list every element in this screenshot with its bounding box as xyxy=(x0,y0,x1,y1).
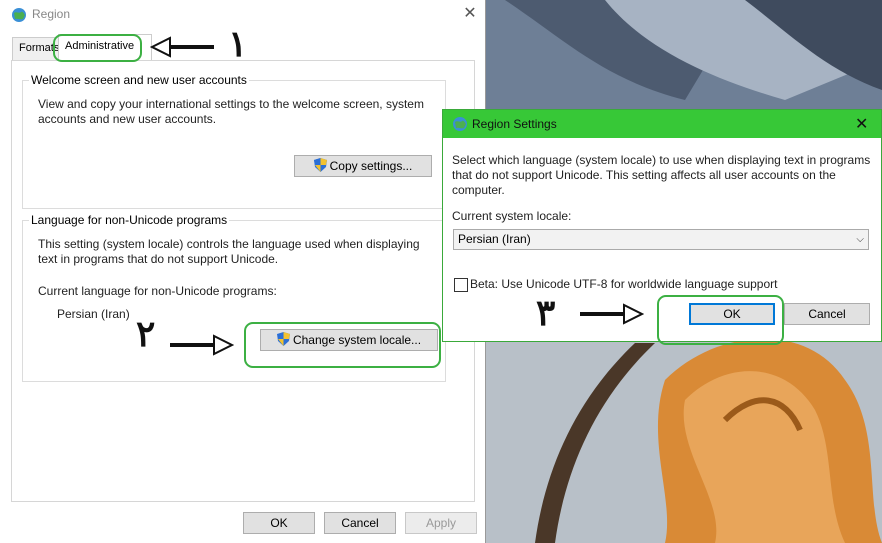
highlight-dialog-ok xyxy=(657,295,784,345)
highlight-administrative-tab xyxy=(53,34,142,62)
close-icon[interactable]: ✕ xyxy=(855,114,868,134)
cancel-button[interactable]: Cancel xyxy=(324,512,396,534)
current-locale-label: Current system locale: xyxy=(452,209,572,223)
arrow-right-icon xyxy=(580,303,644,325)
beta-utf8-checkbox[interactable] xyxy=(454,278,468,292)
copy-settings-label: Copy settings... xyxy=(329,159,413,173)
apply-button[interactable]: Apply xyxy=(405,512,477,534)
group-title: Language for non-Unicode programs xyxy=(29,213,230,227)
uac-shield-icon xyxy=(313,158,327,178)
step-number-2: ۲ xyxy=(136,313,156,355)
welcome-screen-group: Welcome screen and new user accounts Vie… xyxy=(22,73,446,209)
chevron-down-icon: ⌵ xyxy=(856,234,864,245)
globe-icon xyxy=(11,7,27,23)
ok-button[interactable]: OK xyxy=(243,512,315,534)
dialog-description: Select which language (system locale) to… xyxy=(452,153,871,197)
dialog-cancel-button[interactable]: Cancel xyxy=(784,303,870,325)
non-unicode-description: This setting (system locale) controls th… xyxy=(38,237,420,266)
step-number-1: ۱ xyxy=(228,23,248,65)
current-language-value: Persian (Iran) xyxy=(57,307,130,321)
beta-utf8-label: Beta: Use Unicode UTF-8 for worldwide la… xyxy=(470,277,778,291)
window-title: Region xyxy=(32,7,71,21)
welcome-description: View and copy your international setting… xyxy=(38,97,424,126)
close-icon[interactable]: ✕ xyxy=(460,4,480,24)
step-number-3: ۳ xyxy=(536,292,556,334)
globe-icon xyxy=(452,116,468,135)
system-locale-value: Persian (Iran) xyxy=(458,232,531,246)
dialog-title: Region Settings xyxy=(472,117,557,131)
region-window: Region ✕ Formats Administrative Welcome … xyxy=(0,0,486,543)
dialog-titlebar: Region Settings ✕ xyxy=(443,110,881,138)
arrow-left-icon xyxy=(150,36,214,58)
arrow-right-icon xyxy=(170,334,234,356)
highlight-change-locale xyxy=(244,322,441,368)
system-locale-select[interactable]: Persian (Iran) ⌵ xyxy=(453,229,869,250)
copy-settings-button[interactable]: Copy settings... xyxy=(294,155,432,177)
group-title: Welcome screen and new user accounts xyxy=(29,73,249,87)
current-language-label: Current language for non-Unicode program… xyxy=(38,284,277,298)
